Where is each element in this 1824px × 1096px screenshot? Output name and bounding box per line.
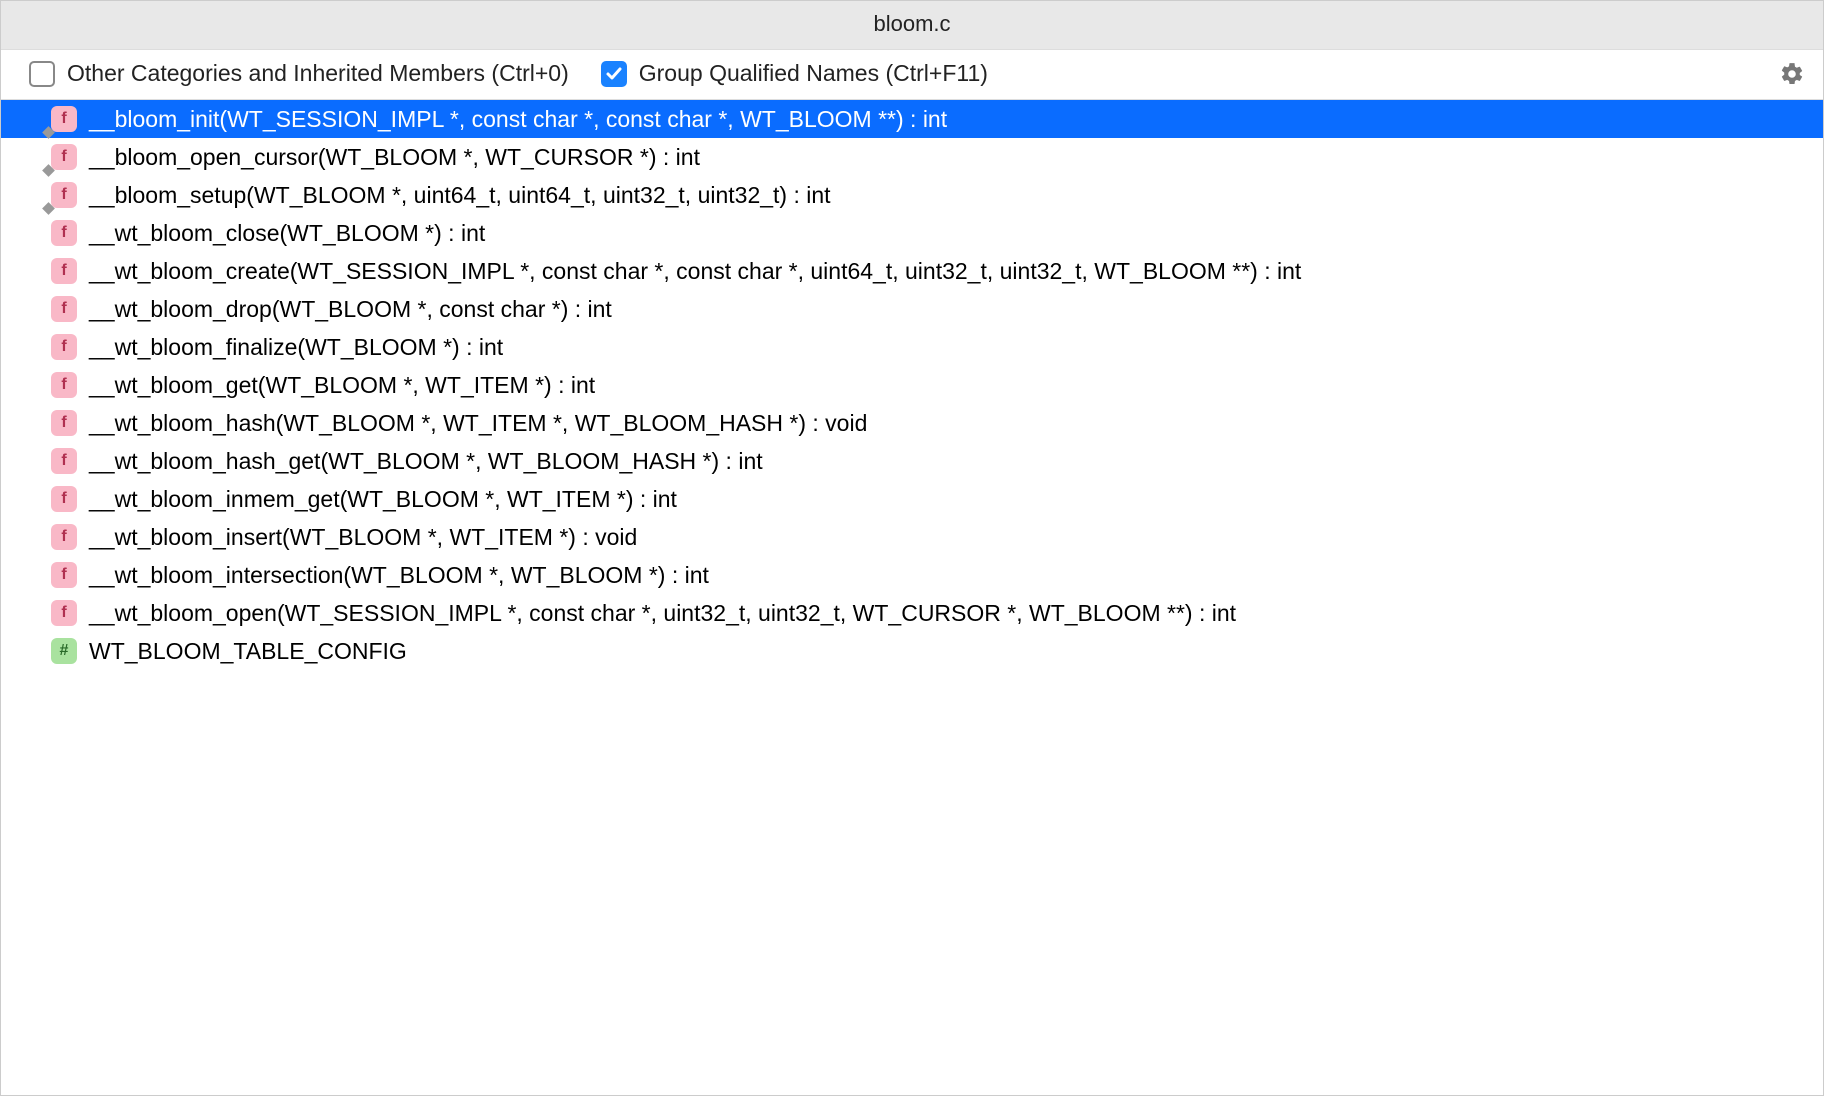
list-item-label: __wt_bloom_finalize(WT_BLOOM *) : int — [89, 334, 503, 361]
function-icon: f — [51, 562, 77, 588]
list-item-label: __wt_bloom_inmem_get(WT_BLOOM *, WT_ITEM… — [89, 486, 677, 513]
list-item-label: __wt_bloom_close(WT_BLOOM *) : int — [89, 220, 485, 247]
list-item-label: __bloom_init(WT_SESSION_IMPL *, const ch… — [89, 106, 947, 133]
options-bar: Other Categories and Inherited Members (… — [1, 50, 1823, 100]
settings-button[interactable] — [1779, 61, 1805, 87]
members-list[interactable]: f __bloom_init(WT_SESSION_IMPL *, const c… — [1, 100, 1823, 1095]
list-item[interactable]: f __wt_bloom_finalize(WT_BLOOM *) : int — [1, 328, 1823, 366]
list-item-label: __wt_bloom_create(WT_SESSION_IMPL *, con… — [89, 258, 1301, 285]
function-icon: f — [51, 144, 77, 170]
function-icon: f — [51, 486, 77, 512]
list-item[interactable]: f __bloom_init(WT_SESSION_IMPL *, const c… — [1, 100, 1823, 138]
list-item-label: __wt_bloom_intersection(WT_BLOOM *, WT_B… — [89, 562, 709, 589]
list-item[interactable]: f __wt_bloom_intersection(WT_BLOOM *, WT_… — [1, 556, 1823, 594]
list-item[interactable]: f __wt_bloom_insert(WT_BLOOM *, WT_ITEM *… — [1, 518, 1823, 556]
outline-window: bloom.c Other Categories and Inherited M… — [0, 0, 1824, 1096]
list-item[interactable]: f __wt_bloom_drop(WT_BLOOM *, const char … — [1, 290, 1823, 328]
list-item-label: __bloom_open_cursor(WT_BLOOM *, WT_CURSO… — [89, 144, 700, 171]
function-icon: f — [51, 182, 77, 208]
list-item-label: __bloom_setup(WT_BLOOM *, uint64_t, uint… — [89, 182, 831, 209]
function-icon: f — [51, 524, 77, 550]
define-icon: # — [51, 638, 77, 664]
gear-icon — [1779, 61, 1805, 87]
list-item-label: WT_BLOOM_TABLE_CONFIG — [89, 638, 407, 665]
list-item[interactable]: f __wt_bloom_close(WT_BLOOM *) : int — [1, 214, 1823, 252]
list-item-label: __wt_bloom_get(WT_BLOOM *, WT_ITEM *) : … — [89, 372, 595, 399]
other-categories-checkbox[interactable] — [29, 61, 55, 87]
list-item[interactable]: # WT_BLOOM_TABLE_CONFIG — [1, 632, 1823, 670]
static-overlay-icon — [42, 126, 55, 139]
list-item[interactable]: f __wt_bloom_hash(WT_BLOOM *, WT_ITEM *, … — [1, 404, 1823, 442]
list-item[interactable]: f __wt_bloom_open(WT_SESSION_IMPL *, cons… — [1, 594, 1823, 632]
window-title: bloom.c — [873, 11, 950, 36]
list-item-label: __wt_bloom_hash_get(WT_BLOOM *, WT_BLOOM… — [89, 448, 763, 475]
list-item[interactable]: f __wt_bloom_create(WT_SESSION_IMPL *, co… — [1, 252, 1823, 290]
function-icon: f — [51, 410, 77, 436]
list-item-label: __wt_bloom_hash(WT_BLOOM *, WT_ITEM *, W… — [89, 410, 867, 437]
static-overlay-icon — [42, 202, 55, 215]
function-icon: f — [51, 296, 77, 322]
list-item-label: __wt_bloom_insert(WT_BLOOM *, WT_ITEM *)… — [89, 524, 637, 551]
list-item[interactable]: f __wt_bloom_hash_get(WT_BLOOM *, WT_BLOO… — [1, 442, 1823, 480]
function-icon: f — [51, 600, 77, 626]
title-bar: bloom.c — [1, 1, 1823, 50]
list-item[interactable]: f __wt_bloom_get(WT_BLOOM *, WT_ITEM *) :… — [1, 366, 1823, 404]
group-qualified-checkbox[interactable] — [601, 61, 627, 87]
group-qualified-label[interactable]: Group Qualified Names (Ctrl+F11) — [639, 60, 988, 87]
function-icon: f — [51, 372, 77, 398]
static-overlay-icon — [42, 164, 55, 177]
list-item-label: __wt_bloom_open(WT_SESSION_IMPL *, const… — [89, 600, 1236, 627]
function-icon: f — [51, 220, 77, 246]
list-item[interactable]: f __bloom_open_cursor(WT_BLOOM *, WT_CURS… — [1, 138, 1823, 176]
list-item[interactable]: f __wt_bloom_inmem_get(WT_BLOOM *, WT_ITE… — [1, 480, 1823, 518]
function-icon: f — [51, 106, 77, 132]
list-item-label: __wt_bloom_drop(WT_BLOOM *, const char *… — [89, 296, 612, 323]
function-icon: f — [51, 334, 77, 360]
function-icon: f — [51, 448, 77, 474]
function-icon: f — [51, 258, 77, 284]
other-categories-label[interactable]: Other Categories and Inherited Members (… — [67, 60, 569, 87]
list-item[interactable]: f __bloom_setup(WT_BLOOM *, uint64_t, uin… — [1, 176, 1823, 214]
